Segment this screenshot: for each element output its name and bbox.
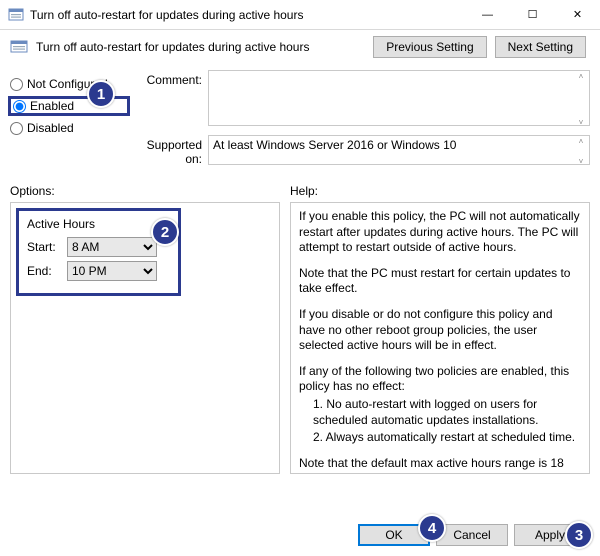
- help-p3: If you disable or do not configure this …: [299, 307, 581, 354]
- badge-2: 2: [151, 218, 179, 246]
- policy-window-icon: [8, 7, 24, 23]
- help-p5: Note that the default max active hours r…: [299, 456, 581, 474]
- radio-enabled-label: Enabled: [30, 99, 74, 113]
- help-p4a: 1. No auto-restart with logged on users …: [313, 397, 581, 428]
- radio-enabled[interactable]: [13, 100, 26, 113]
- options-label: Options:: [10, 184, 280, 198]
- cancel-button[interactable]: Cancel: [436, 524, 508, 546]
- help-panel: If you enable this policy, the PC will n…: [290, 202, 590, 474]
- help-p2: Note that the PC must restart for certai…: [299, 266, 581, 297]
- supported-on-text: [208, 135, 590, 165]
- close-button[interactable]: ✕: [555, 0, 600, 29]
- badge-4: 4: [418, 514, 446, 542]
- help-p4b: 2. Always automatically restart at sched…: [313, 430, 581, 446]
- maximize-button[interactable]: ☐: [510, 0, 555, 29]
- window-controls: — ☐ ✕: [465, 0, 600, 29]
- previous-setting-button[interactable]: Previous Setting: [373, 36, 486, 58]
- radio-disabled-label: Disabled: [27, 121, 74, 135]
- title-bar: Turn off auto-restart for updates during…: [0, 0, 600, 30]
- end-label: End:: [27, 264, 67, 278]
- end-time-select[interactable]: 10 PM: [67, 261, 157, 281]
- next-setting-button[interactable]: Next Setting: [495, 36, 586, 58]
- minimize-button[interactable]: —: [465, 0, 510, 29]
- radio-disabled[interactable]: [10, 122, 23, 135]
- start-label: Start:: [27, 240, 67, 254]
- help-p1: If you enable this policy, the PC will n…: [299, 209, 581, 256]
- window-title: Turn off auto-restart for updates during…: [30, 8, 465, 22]
- dialog-footer: OK Cancel Apply: [358, 524, 586, 546]
- policy-icon: [10, 39, 30, 55]
- policy-title: Turn off auto-restart for updates during…: [36, 40, 373, 54]
- badge-1: 1: [87, 80, 115, 108]
- options-panel: Active Hours Start: 8 AM End: 10 PM: [10, 202, 280, 474]
- badge-3: 3: [565, 521, 593, 549]
- comment-textarea[interactable]: [208, 70, 590, 126]
- radio-not-configured[interactable]: [10, 78, 23, 91]
- start-time-select[interactable]: 8 AM: [67, 237, 157, 257]
- active-hours-title: Active Hours: [27, 217, 170, 231]
- help-label: Help:: [290, 184, 590, 198]
- comment-label: Comment:: [130, 70, 208, 129]
- help-p4: If any of the following two policies are…: [299, 364, 581, 395]
- supported-label: Supported on:: [130, 135, 208, 168]
